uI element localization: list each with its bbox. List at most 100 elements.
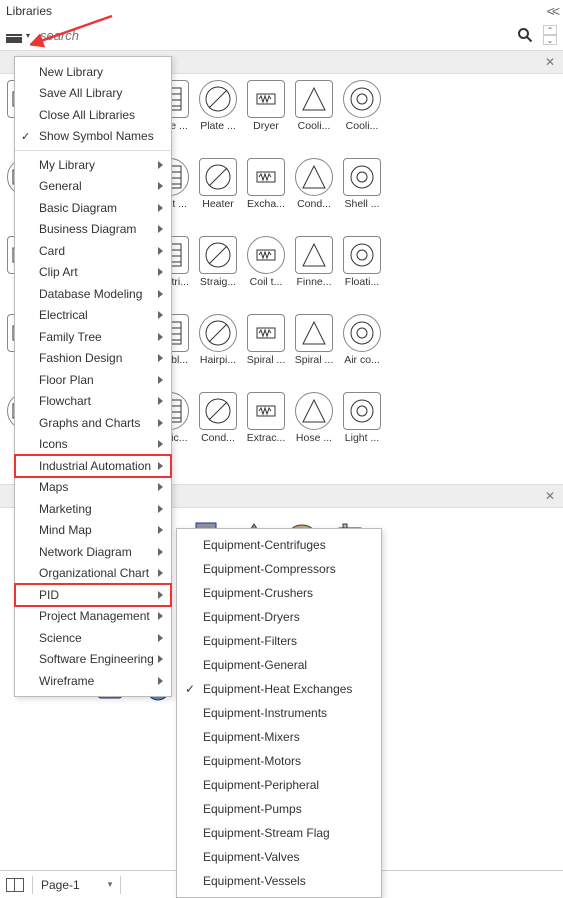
symbol-label: Finne... bbox=[291, 276, 337, 288]
menu-item[interactable]: Graphs and Charts bbox=[15, 412, 171, 434]
symbol-icon bbox=[199, 158, 237, 196]
symbol-label: Air co... bbox=[339, 354, 385, 366]
menu-item[interactable]: Floor Plan bbox=[15, 369, 171, 391]
menu-item[interactable]: Card bbox=[15, 240, 171, 262]
menu-item[interactable]: General bbox=[15, 176, 171, 198]
menu-item[interactable]: Family Tree bbox=[15, 326, 171, 348]
symbol-cell[interactable]: Floati... bbox=[338, 236, 386, 302]
menu-item[interactable]: Organizational Chart bbox=[15, 563, 171, 585]
symbol-cell[interactable]: Heater bbox=[194, 158, 242, 224]
symbol-cell[interactable]: Cooli... bbox=[338, 80, 386, 146]
menu-item[interactable]: Maps bbox=[15, 477, 171, 499]
submenu-item[interactable]: Equipment-Pumps bbox=[177, 797, 381, 821]
dropdown-arrow-icon: ▾ bbox=[108, 879, 113, 890]
symbol-cell[interactable]: Spiral ... bbox=[242, 314, 290, 380]
symbol-icon bbox=[199, 392, 237, 430]
menu-item[interactable]: My Library bbox=[15, 154, 171, 176]
menu-item[interactable]: Fashion Design bbox=[15, 348, 171, 370]
menu-item[interactable]: Science bbox=[15, 627, 171, 649]
menu-item[interactable]: PID bbox=[15, 584, 171, 606]
close-icon[interactable]: ✕ bbox=[545, 489, 555, 503]
spinner-down-icon[interactable]: ⌄ bbox=[543, 35, 557, 45]
submenu-item[interactable]: Equipment-Stream Flag bbox=[177, 821, 381, 845]
symbol-icon bbox=[343, 392, 381, 430]
menu-item[interactable]: Icons bbox=[15, 434, 171, 456]
menu-item[interactable]: Flowchart bbox=[15, 391, 171, 413]
symbol-label: Straig... bbox=[195, 276, 241, 288]
symbol-cell[interactable]: Extrac... bbox=[242, 392, 290, 458]
pages-icon[interactable] bbox=[6, 878, 24, 892]
menu-item[interactable]: Business Diagram bbox=[15, 219, 171, 241]
library-icon[interactable] bbox=[6, 27, 22, 43]
submenu-item[interactable]: Equipment-General bbox=[177, 653, 381, 677]
search-icon[interactable] bbox=[517, 27, 533, 43]
symbol-cell[interactable]: Hose ... bbox=[290, 392, 338, 458]
symbol-icon bbox=[295, 80, 333, 118]
symbol-cell[interactable]: Cond... bbox=[290, 158, 338, 224]
symbol-cell[interactable]: Plate ... bbox=[194, 80, 242, 146]
context-menu: New LibrarySave All LibraryClose All Lib… bbox=[14, 56, 172, 697]
menu-item[interactable]: Project Management bbox=[15, 606, 171, 628]
symbol-label: Cooli... bbox=[291, 120, 337, 132]
menu-item[interactable]: Database Modeling bbox=[15, 283, 171, 305]
symbol-cell[interactable]: Hairpi... bbox=[194, 314, 242, 380]
symbol-icon bbox=[247, 236, 285, 274]
submenu-item[interactable]: Equipment-Centrifuges bbox=[177, 533, 381, 557]
search-input[interactable] bbox=[36, 28, 511, 43]
submenu-item[interactable]: Equipment-Instruments bbox=[177, 701, 381, 725]
collapse-icon[interactable]: << bbox=[547, 3, 557, 19]
symbol-icon bbox=[295, 158, 333, 196]
symbol-cell[interactable]: Coil t... bbox=[242, 236, 290, 302]
symbol-label: Cooli... bbox=[339, 120, 385, 132]
menu-item[interactable]: Industrial Automation bbox=[15, 455, 171, 477]
close-icon[interactable]: ✕ bbox=[545, 55, 555, 69]
page-dropdown[interactable]: Page-1 ▾ bbox=[41, 878, 112, 892]
menu-item[interactable]: Network Diagram bbox=[15, 541, 171, 563]
zoom-spinner[interactable]: ⌃ ⌄ bbox=[543, 25, 557, 45]
panel-header: Libraries << bbox=[0, 0, 563, 22]
symbol-cell[interactable]: Cooli... bbox=[290, 80, 338, 146]
symbol-label: Plate ... bbox=[195, 120, 241, 132]
submenu-item[interactable]: Equipment-Heat Exchanges bbox=[177, 677, 381, 701]
submenu-item[interactable]: Equipment-Vessels bbox=[177, 869, 381, 893]
symbol-cell[interactable]: Light ... bbox=[338, 392, 386, 458]
symbol-label: Cond... bbox=[195, 432, 241, 444]
submenu-item[interactable]: Equipment-Motors bbox=[177, 749, 381, 773]
symbol-cell[interactable]: Shell ... bbox=[338, 158, 386, 224]
symbol-cell[interactable]: Finne... bbox=[290, 236, 338, 302]
submenu-item[interactable]: Equipment-Crushers bbox=[177, 581, 381, 605]
symbol-cell[interactable]: Straig... bbox=[194, 236, 242, 302]
menu-item[interactable]: Mind Map bbox=[15, 520, 171, 542]
submenu-item[interactable]: Equipment-Peripheral bbox=[177, 773, 381, 797]
symbol-label: Dryer bbox=[243, 120, 289, 132]
menu-item[interactable]: Show Symbol Names bbox=[15, 126, 171, 148]
symbol-label: Spiral ... bbox=[291, 354, 337, 366]
symbol-cell[interactable]: Cond... bbox=[194, 392, 242, 458]
submenu-item[interactable]: Equipment-Valves bbox=[177, 845, 381, 869]
symbol-cell[interactable]: Air co... bbox=[338, 314, 386, 380]
menu-item[interactable]: Basic Diagram bbox=[15, 197, 171, 219]
symbol-icon bbox=[343, 314, 381, 352]
submenu-item[interactable]: Equipment-Mixers bbox=[177, 725, 381, 749]
menu-item[interactable]: Clip Art bbox=[15, 262, 171, 284]
menu-item[interactable]: Marketing bbox=[15, 498, 171, 520]
menu-item[interactable]: Software Engineering bbox=[15, 649, 171, 671]
symbol-label: Extrac... bbox=[243, 432, 289, 444]
menu-item[interactable]: New Library bbox=[15, 61, 171, 83]
submenu-item[interactable]: Equipment-Filters bbox=[177, 629, 381, 653]
submenu-item[interactable]: Equipment-Compressors bbox=[177, 557, 381, 581]
submenu-item[interactable]: Equipment-Dryers bbox=[177, 605, 381, 629]
symbol-cell[interactable]: Excha... bbox=[242, 158, 290, 224]
symbol-icon bbox=[199, 80, 237, 118]
menu-item[interactable]: Electrical bbox=[15, 305, 171, 327]
symbol-label: Heater bbox=[195, 198, 241, 210]
library-dropdown-arrow[interactable]: ▾ bbox=[26, 31, 30, 40]
menu-item[interactable]: Close All Libraries bbox=[15, 104, 171, 126]
symbol-cell[interactable]: Spiral ... bbox=[290, 314, 338, 380]
symbol-icon bbox=[295, 392, 333, 430]
symbol-cell[interactable]: Dryer bbox=[242, 80, 290, 146]
menu-item[interactable]: Wireframe bbox=[15, 670, 171, 692]
spinner-up-icon[interactable]: ⌃ bbox=[543, 25, 557, 35]
symbol-icon bbox=[199, 314, 237, 352]
menu-item[interactable]: Save All Library bbox=[15, 83, 171, 105]
